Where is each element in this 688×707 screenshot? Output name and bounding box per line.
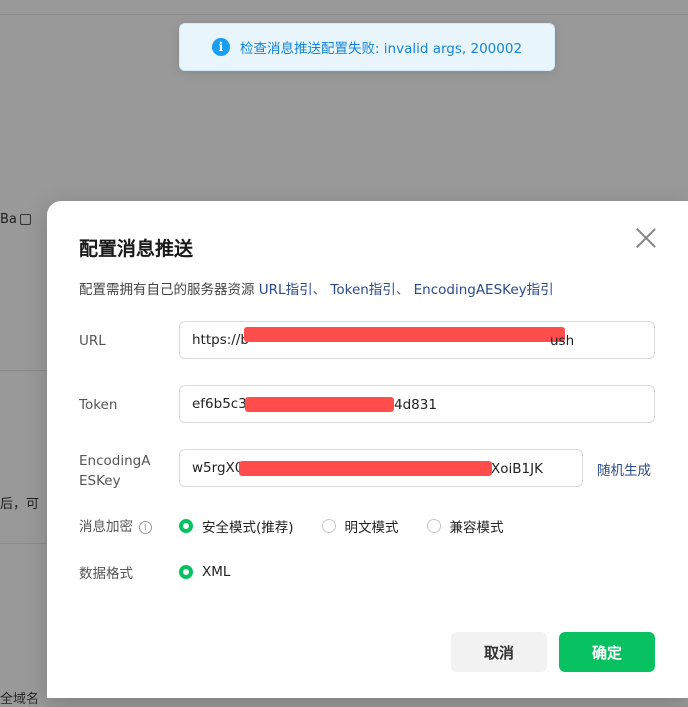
encryption-label: 消息加密 i bbox=[79, 515, 152, 535]
separator: 、 bbox=[312, 282, 327, 298]
encryption-label-text: 消息加密 bbox=[79, 519, 133, 535]
confirm-button[interactable]: 确定 bbox=[559, 632, 655, 672]
info-icon[interactable]: i bbox=[139, 521, 152, 534]
url-value-tail: ush bbox=[550, 333, 575, 349]
format-radio-group: XML bbox=[179, 564, 258, 580]
radio-plaintext-mode[interactable]: 明文模式 bbox=[321, 516, 399, 536]
url-label: URL bbox=[79, 333, 106, 349]
encryption-radio-group: 安全模式(推荐) 明文模式 兼容模式 bbox=[179, 516, 532, 536]
radio-label: 明文模式 bbox=[344, 520, 399, 536]
separator: 、 bbox=[395, 282, 410, 298]
error-toast: i 检查消息推送配置失败: invalid args, 200002 bbox=[179, 23, 555, 71]
radio-xml[interactable]: XML bbox=[179, 564, 230, 580]
radio-selected-icon bbox=[179, 565, 193, 579]
aeskey-label: EncodingA ESKey bbox=[79, 451, 150, 491]
radio-unselected-icon bbox=[321, 519, 336, 533]
cancel-button[interactable]: 取消 bbox=[451, 632, 547, 672]
redaction-mark bbox=[239, 461, 492, 476]
url-guide-link[interactable]: URL指引 bbox=[259, 282, 313, 298]
radio-label: 安全模式(推荐) bbox=[202, 520, 294, 536]
format-label: 数据格式 bbox=[79, 566, 133, 582]
token-guide-link[interactable]: Token指引 bbox=[330, 282, 395, 298]
token-label: Token bbox=[79, 397, 118, 413]
radio-secure-mode[interactable]: 安全模式(推荐) bbox=[179, 516, 294, 536]
description-text: 配置需拥有自己的服务器资源 bbox=[79, 282, 255, 298]
close-icon[interactable] bbox=[635, 227, 657, 249]
radio-selected-icon bbox=[179, 519, 193, 533]
aeskey-guide-link[interactable]: EncodingAESKey指引 bbox=[414, 282, 554, 298]
redaction-mark bbox=[245, 397, 394, 412]
aeskey-label-line2: ESKey bbox=[79, 473, 121, 489]
random-generate-button[interactable]: 随机生成 bbox=[597, 459, 651, 479]
radio-unselected-icon bbox=[426, 519, 441, 533]
message-push-dialog: 配置消息推送 配置需拥有自己的服务器资源 URL指引、 Token指引、 Enc… bbox=[47, 201, 688, 698]
radio-compatible-mode[interactable]: 兼容模式 bbox=[426, 516, 504, 536]
token-value-tail: 4d831 bbox=[394, 397, 437, 413]
dialog-description: 配置需拥有自己的服务器资源 URL指引、 Token指引、 EncodingAE… bbox=[79, 278, 554, 298]
dialog-title: 配置消息推送 bbox=[79, 238, 194, 260]
toast-message: 检查消息推送配置失败: invalid args, 200002 bbox=[239, 41, 523, 57]
aeskey-value-tail: XoiB1JK bbox=[491, 461, 543, 477]
radio-label: 兼容模式 bbox=[449, 520, 504, 536]
radio-label: XML bbox=[202, 564, 231, 580]
info-icon: i bbox=[211, 38, 230, 56]
aeskey-label-line1: EncodingA bbox=[79, 453, 151, 469]
